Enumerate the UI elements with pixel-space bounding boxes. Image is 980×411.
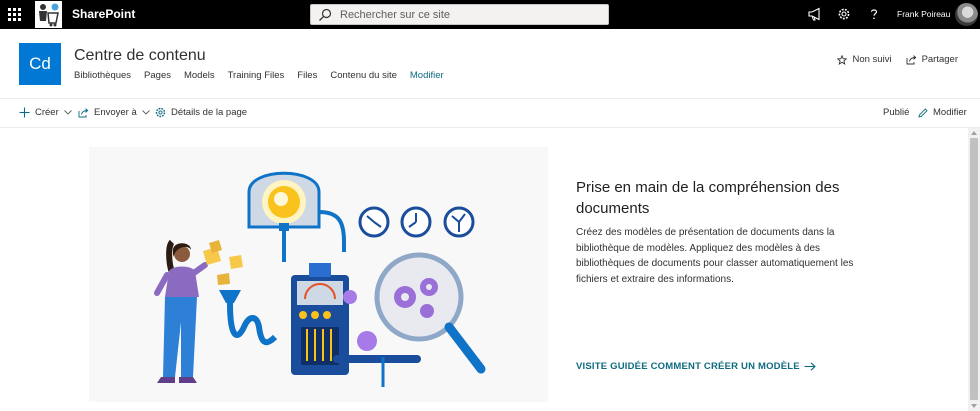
guided-tour-link[interactable]: VISITE GUIDÉE COMMENT CRÉER UN MODÈLE xyxy=(576,361,816,372)
plus-icon xyxy=(19,107,30,118)
search-box[interactable] xyxy=(310,4,609,25)
megaphone-icon[interactable] xyxy=(807,6,823,22)
nav-item-site-contents[interactable]: Contenu du site xyxy=(330,70,397,81)
create-button[interactable]: Créer xyxy=(19,107,77,118)
nav-item-training-files[interactable]: Training Files xyxy=(228,70,285,81)
header-actions: Non suivi Partager xyxy=(837,54,958,65)
site-logo[interactable]: Cd xyxy=(19,43,61,85)
org-logo[interactable] xyxy=(35,1,62,28)
scroll-thumb[interactable] xyxy=(970,138,978,400)
chevron-down-icon xyxy=(141,110,150,115)
card-description: Créez des modèles de présentation de doc… xyxy=(576,227,854,285)
scroll-down-arrow-icon[interactable] xyxy=(971,404,977,408)
follow-button[interactable]: Non suivi xyxy=(837,54,892,65)
chevron-down-icon xyxy=(63,110,72,115)
gear-icon xyxy=(155,107,166,118)
edit-label: Modifier xyxy=(933,107,967,118)
create-label: Créer xyxy=(35,107,59,118)
page-content: Prise en main de la compréhension des do… xyxy=(0,128,968,411)
site-header: Cd Centre de contenu Bibliothèques Pages… xyxy=(0,29,980,99)
site-navigation: Bibliothèques Pages Models Training File… xyxy=(74,70,457,81)
app-name[interactable]: SharePoint xyxy=(72,7,135,21)
share-label: Partager xyxy=(921,54,958,65)
site-title[interactable]: Centre de contenu xyxy=(74,47,206,65)
edit-button[interactable]: Modifier xyxy=(918,107,967,118)
share-button[interactable]: Partager xyxy=(906,54,958,65)
follow-label: Non suivi xyxy=(852,54,892,65)
avatar[interactable] xyxy=(955,3,978,26)
page-details-button[interactable]: Détails de la page xyxy=(155,107,247,118)
published-label: Publié xyxy=(883,107,910,118)
star-icon xyxy=(837,54,848,65)
arrow-right-icon xyxy=(804,362,816,371)
nav-item-libraries[interactable]: Bibliothèques xyxy=(74,70,131,81)
user-name[interactable]: Frank Poireau xyxy=(897,9,950,19)
gear-icon[interactable] xyxy=(836,6,852,22)
pencil-icon xyxy=(918,107,928,118)
page-details-label: Détails de la page xyxy=(171,107,248,118)
nav-edit-link[interactable]: Modifier xyxy=(410,70,444,81)
vertical-scrollbar[interactable] xyxy=(968,128,980,411)
send-icon xyxy=(78,107,89,117)
nav-item-pages[interactable]: Pages xyxy=(144,70,171,81)
guided-tour-label: VISITE GUIDÉE COMMENT CRÉER UN MODÈLE xyxy=(576,361,800,372)
waffle-icon[interactable] xyxy=(0,0,28,29)
nav-item-files[interactable]: Files xyxy=(297,70,317,81)
command-bar: Créer Envoyer à Détails de la page Publi… xyxy=(0,99,980,128)
send-to-label: Envoyer à xyxy=(94,107,137,118)
search-icon xyxy=(319,8,332,21)
person-illustration xyxy=(154,239,208,383)
scroll-up-arrow-icon[interactable] xyxy=(971,131,977,135)
search-input[interactable] xyxy=(340,8,590,21)
card-title: Prise en main de la compréhension des do… xyxy=(576,179,840,217)
nav-item-models[interactable]: Models xyxy=(184,70,215,81)
published-status: Publié xyxy=(883,107,909,118)
send-to-button[interactable]: Envoyer à xyxy=(78,107,155,118)
help-icon[interactable] xyxy=(866,6,882,22)
hero-illustration xyxy=(89,147,548,402)
suite-bar: SharePoint Frank Poireau xyxy=(0,0,980,29)
share-icon xyxy=(906,54,916,64)
